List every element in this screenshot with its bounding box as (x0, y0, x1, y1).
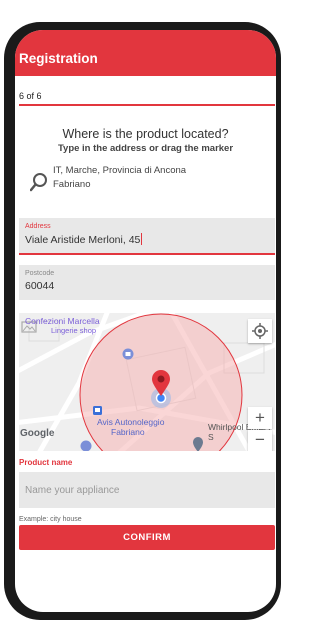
product-name-input[interactable]: Name your appliance (19, 472, 275, 508)
my-location-button[interactable] (248, 319, 272, 343)
phone-frame: Registration 6 of 6 Where is the product… (4, 22, 281, 620)
google-logo: Google (20, 428, 55, 439)
app-screen: Registration 6 of 6 Where is the product… (15, 30, 276, 612)
app-header: Registration (15, 30, 276, 76)
postcode-field[interactable]: Postcode 60044 (19, 265, 275, 300)
location-result-line1[interactable]: IT, Marche, Provincia di Ancona (53, 165, 186, 176)
product-name-placeholder: Name your appliance (25, 485, 120, 496)
location-question: Where is the product located? (62, 127, 229, 141)
map-place-name[interactable]: Fabriano (111, 427, 145, 437)
confirm-button[interactable]: CONFIRM (19, 525, 275, 550)
zoom-out-button[interactable]: − (248, 430, 272, 451)
crosshair-icon (252, 323, 268, 339)
text-caret (141, 233, 143, 245)
progress-bar (19, 104, 275, 106)
map-pin-car-rental[interactable] (80, 440, 92, 452)
address-input-value[interactable]: Viale Aristide Merloni, 45 (25, 233, 143, 246)
step-counter: 6 of 6 (19, 91, 42, 101)
address-value: Viale Aristide Merloni, 45 (25, 234, 141, 246)
postcode-label: Postcode (25, 270, 55, 277)
map-pin-transit[interactable] (93, 406, 102, 415)
map-place-category[interactable]: Lingerie shop (51, 326, 96, 335)
search-icon[interactable] (30, 172, 48, 192)
postcode-value[interactable]: 60044 (25, 280, 54, 292)
page-title: Registration (19, 51, 98, 66)
product-name-example: Example: city house (19, 516, 82, 523)
location-result-line2[interactable]: Fabriano (53, 179, 91, 190)
map-pin-lingerie[interactable] (122, 348, 134, 360)
address-label: Address (25, 223, 51, 230)
location-hint: Type in the address or drag the marker (57, 143, 234, 154)
product-name-label: Product name (19, 458, 73, 467)
map-place-name[interactable]: Avis Autonoleggio (97, 417, 164, 427)
map-view[interactable]: Confezioni Marcella Lingerie shop Avis A… (19, 313, 275, 451)
address-field[interactable]: Address Viale Aristide Merloni, 45 (19, 218, 275, 255)
map-place-name[interactable]: Confezioni Marcella (25, 316, 100, 326)
zoom-in-button[interactable]: + (248, 407, 272, 429)
